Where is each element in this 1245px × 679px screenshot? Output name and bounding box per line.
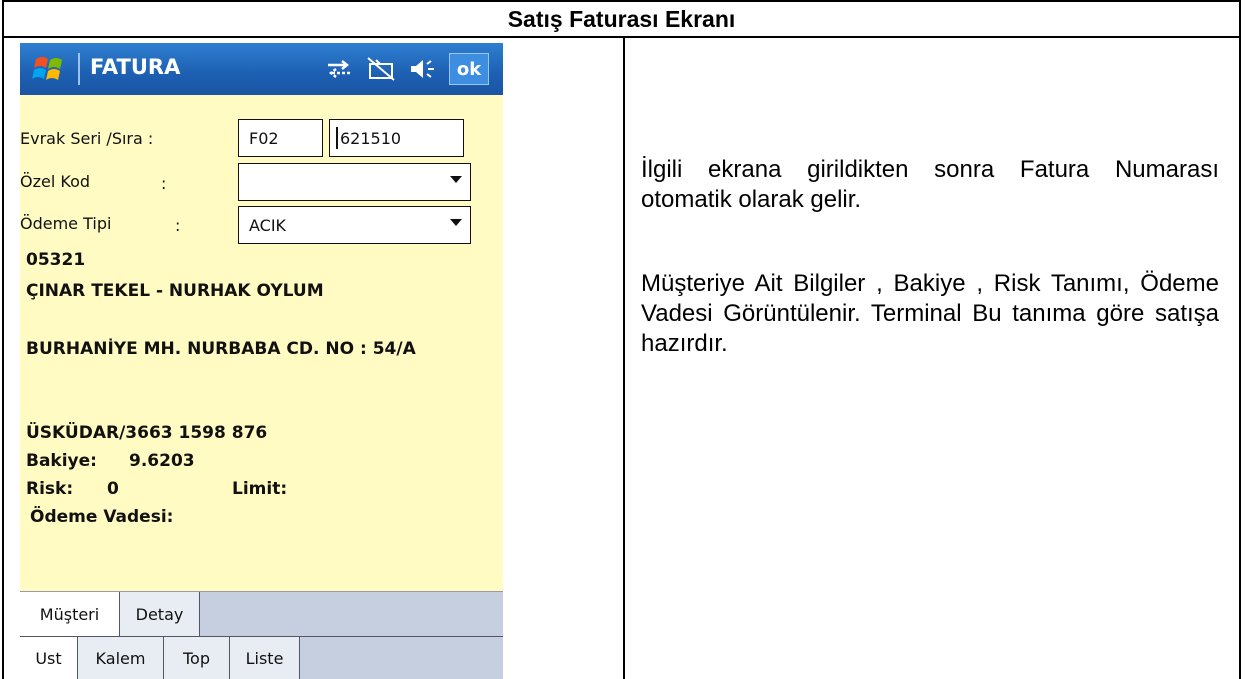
status-icons: ok — [323, 53, 489, 85]
document-sheet: Satış Faturası Ekranı FATURA ok Evrak Se… — [0, 0, 1245, 679]
tabs-top: Müşteri Detay — [20, 591, 503, 637]
ozel-kod-dropdown[interactable] — [238, 163, 471, 201]
page-title: Satış Faturası Ekranı — [2, 0, 1241, 38]
customer-name: ÇINAR TEKEL - NURHAK OYLUM — [26, 281, 324, 301]
title-bar: FATURA ok — [20, 43, 503, 95]
title-separator — [78, 53, 80, 85]
odeme-tipi-value: ACIK — [249, 215, 287, 235]
evrak-sira-field[interactable]: 621510 — [329, 119, 464, 157]
tab-top[interactable]: Top — [164, 637, 230, 679]
risk-label: Risk: — [26, 479, 74, 499]
customer-city-phone: ÜSKÜDAR/3663 1598 876 — [26, 423, 268, 443]
chevron-down-icon — [450, 176, 462, 183]
chevron-down-icon — [450, 219, 462, 226]
bakiye-value: 9.6203 — [129, 451, 195, 471]
tab-musteri[interactable]: Müşteri — [20, 592, 120, 637]
tab-kalem[interactable]: Kalem — [78, 637, 164, 679]
tab-detay[interactable]: Detay — [120, 592, 200, 637]
tab-liste[interactable]: Liste — [230, 637, 300, 679]
description-para-2: Müşteriye Ait Bilgiler , Bakiye , Risk T… — [641, 270, 1219, 357]
ozel-kod-label: Özel Kod — [20, 172, 91, 191]
customer-code: 05321 — [26, 250, 86, 270]
odeme-tipi-label: Ödeme Tipi — [20, 214, 112, 233]
sync-icon[interactable] — [323, 53, 355, 85]
description-para-1: İlgili ekrana girildikten sonra Fatura N… — [641, 156, 1219, 213]
speaker-icon[interactable] — [407, 53, 439, 85]
bakiye-label: Bakiye: — [26, 451, 97, 471]
vade-label: Ödeme Vadesi: — [30, 507, 174, 527]
tabs-bottom: Ust Kalem Top Liste — [20, 636, 503, 679]
evrak-label: Evrak Seri /Sıra : — [20, 129, 154, 148]
limit-label: Limit: — [232, 479, 288, 499]
risk-value: 0 — [107, 479, 119, 499]
odeme-tipi-dropdown[interactable]: ACIK — [238, 206, 471, 244]
evrak-seri-field[interactable]: F02 — [238, 119, 323, 157]
ozel-kod-colon: : — [161, 174, 167, 193]
windows-start-icon[interactable] — [32, 53, 68, 85]
battery-icon[interactable] — [365, 53, 397, 85]
ok-button[interactable]: ok — [449, 53, 489, 85]
app-title: FATURA — [90, 55, 181, 79]
customer-address: BURHANİYE MH. NURBABA CD. NO : 54/A — [26, 339, 416, 359]
device-screen: FATURA ok Evrak Seri /Sıra : F02 621510 … — [20, 43, 503, 679]
tab-ust[interactable]: Ust — [20, 637, 78, 679]
odeme-tipi-colon: : — [175, 216, 181, 235]
